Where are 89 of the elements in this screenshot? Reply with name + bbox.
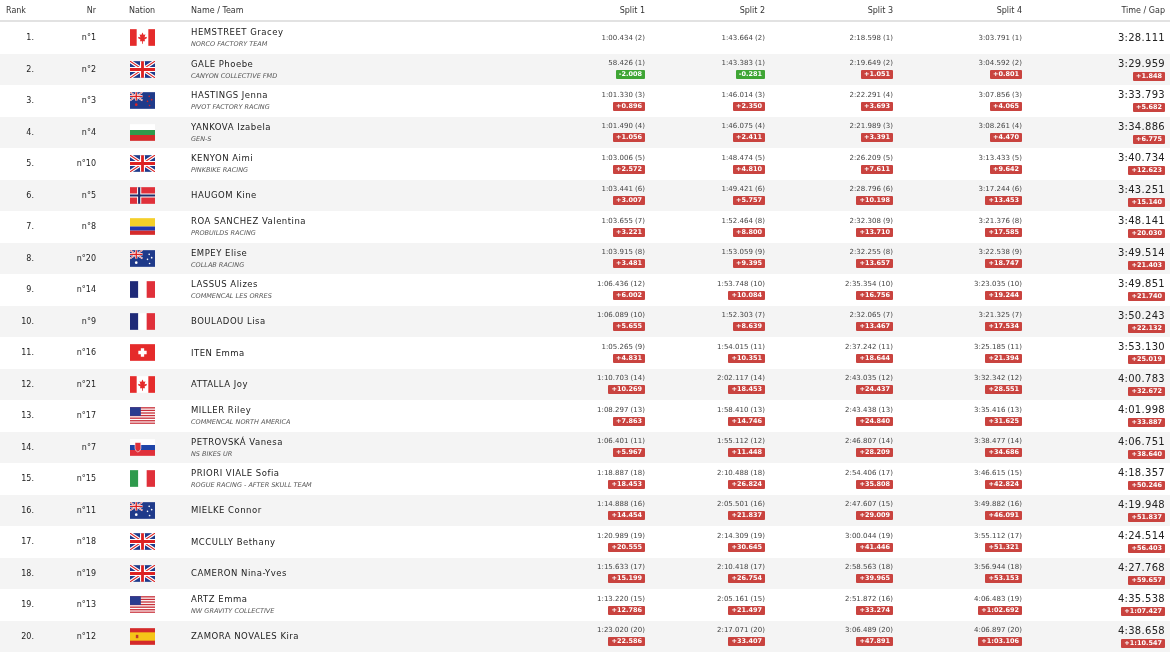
column-header[interactable]: Split 1 [619, 5, 645, 15]
rider-name[interactable]: ARTZ Emma [191, 594, 520, 605]
column-header[interactable]: Split 3 [867, 5, 893, 15]
rider-name[interactable]: KENYON Aimi [191, 153, 520, 164]
finish-time: 4:27.768 [1117, 561, 1165, 573]
bib-number: n°8 [81, 222, 96, 232]
finish-time: 3:48.141 [1117, 215, 1165, 227]
finish-time: 3:28.111 [1117, 32, 1165, 44]
rider-name[interactable]: MIELKE Connor [191, 505, 520, 516]
rank-text: 13. [21, 411, 34, 421]
finish-time: 3:34.886 [1117, 120, 1165, 132]
rank-text: 5. [26, 159, 34, 169]
rank-text: 19. [21, 600, 34, 610]
bib-number: n°10 [76, 159, 96, 169]
finish-time: 4:38.658 [1117, 624, 1165, 636]
column-header[interactable]: Split 2 [739, 5, 765, 15]
rider-name[interactable]: ZAMORA NOVALES Kira [191, 631, 520, 642]
rider-name[interactable]: BOULADOU Lisa [191, 316, 520, 327]
rank-text: 6. [26, 190, 34, 200]
rider-name[interactable]: PETROVSKÁ Vanesa [191, 436, 520, 447]
bib-number: n°1 [81, 33, 96, 43]
rider-name[interactable]: CAMERON Nina-Yves [191, 568, 520, 579]
rank-text: 9. [26, 285, 34, 295]
finish-time: 4:00.783 [1117, 372, 1165, 384]
finish-time: 3:50.243 [1117, 309, 1165, 321]
rank-text: 16. [21, 505, 34, 515]
rank-text: 14. [21, 442, 34, 452]
rider-name[interactable]: MCCULLY Bethany [191, 536, 520, 547]
rider-name[interactable]: ROA SANCHEZ Valentina [191, 216, 520, 227]
finish-time: 4:35.538 [1117, 593, 1165, 605]
bib-number: n°3 [81, 96, 96, 106]
finish-time: 4:24.514 [1117, 530, 1165, 542]
bib-number: n°7 [81, 442, 96, 452]
rank-text: 1. [26, 33, 34, 43]
bib-number: n°18 [76, 537, 96, 547]
column-header[interactable]: Nr [86, 5, 96, 15]
bib-number: n°11 [76, 505, 96, 515]
rank-text: 20. [21, 631, 34, 641]
bib-number: n°2 [81, 64, 96, 74]
column-header[interactable]: Nation [128, 5, 156, 15]
column-header[interactable]: Rank [0, 5, 26, 15]
column-header[interactable]: Split 4 [996, 5, 1022, 15]
rank-text: 2. [26, 64, 34, 74]
bib-number: n°21 [76, 379, 96, 389]
bib-number: n°4 [81, 127, 96, 137]
rider-name[interactable]: LASSUS Alizes [191, 279, 520, 290]
bib-number: n°14 [76, 285, 96, 295]
bib-number: n°19 [76, 568, 96, 578]
bib-number: n°20 [76, 253, 96, 263]
finish-time: 3:53.130 [1117, 341, 1165, 353]
finish-time: 4:01.998 [1117, 404, 1165, 416]
finish-time: 3:49.851 [1117, 278, 1165, 290]
bib-number: n°16 [76, 348, 96, 358]
bib-number: n°5 [81, 190, 96, 200]
finish-time: 3:33.793 [1117, 89, 1165, 101]
rider-name[interactable]: HAUGOM Kine [191, 190, 520, 201]
rider-name[interactable]: PRIORI VIALE Sofia [191, 468, 520, 479]
rank-text: 17. [21, 537, 34, 547]
rank-text: 18. [21, 568, 34, 578]
finish-time: 4:19.948 [1117, 498, 1165, 510]
rank-text: 3. [26, 96, 34, 106]
column-header[interactable]: Time / Gap [1121, 5, 1165, 15]
rider-name[interactable]: MILLER Riley [191, 405, 520, 416]
bib-number: n°12 [76, 631, 96, 641]
bib-number: n°15 [76, 474, 96, 484]
rider-name[interactable]: GALE Phoebe [191, 58, 520, 69]
bib-number: n°17 [76, 411, 96, 421]
rank-text: 15. [21, 474, 34, 484]
rank-text: 7. [26, 222, 34, 232]
rider-name[interactable]: ITEN Emma [191, 347, 520, 358]
finish-time: 3:49.514 [1117, 246, 1165, 258]
column-header[interactable]: Name / Team [188, 5, 244, 15]
rank-text: 11. [21, 348, 34, 358]
finish-time: 4:18.357 [1117, 467, 1165, 479]
rank-text: 10. [21, 316, 34, 326]
rider-name[interactable]: YANKOVA Izabela [191, 121, 520, 132]
finish-time: 3:43.251 [1117, 183, 1165, 195]
rider-name[interactable]: EMPEY Elise [191, 247, 520, 258]
rider-name[interactable]: HEMSTREET Gracey [191, 27, 520, 38]
rider-name[interactable]: HASTINGS Jenna [191, 90, 520, 101]
rank-text: 8. [26, 253, 34, 263]
finish-time: 3:29.959 [1117, 57, 1165, 69]
bib-number: n°9 [81, 316, 96, 326]
finish-time: 4:06.751 [1117, 435, 1165, 447]
rider-name[interactable]: ATTALLA Joy [191, 379, 520, 390]
rank-text: 12. [21, 379, 34, 389]
rank-text: 4. [26, 127, 34, 137]
finish-time: 3:40.734 [1117, 152, 1165, 164]
bib-number: n°13 [76, 600, 96, 610]
